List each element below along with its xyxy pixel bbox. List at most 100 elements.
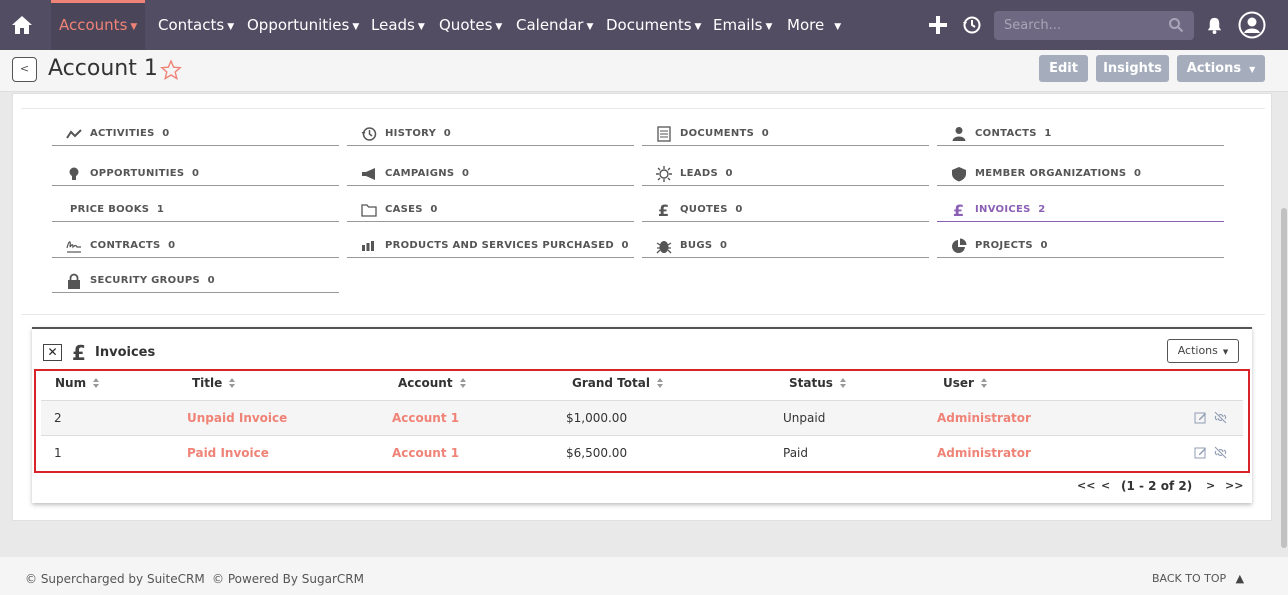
nav-emails[interactable]: Emails ▼ xyxy=(713,0,772,50)
nav-quotes[interactable]: Quotes ▼ xyxy=(439,0,502,50)
subpanel-tab-invoices[interactable]: £ INVOICES 2 xyxy=(937,198,1224,222)
sort-icon[interactable] xyxy=(980,377,988,389)
sun-icon xyxy=(656,166,672,182)
subpanel-container: ACTIVITIES 0 HISTORY 0 DOCUMENTS 0 CONTA… xyxy=(12,93,1272,521)
lightbulb-icon xyxy=(69,167,79,180)
cell-num: 2 xyxy=(54,411,62,425)
supercharged-link[interactable]: © Supercharged by SuiteCRM xyxy=(25,572,205,586)
sort-icon[interactable] xyxy=(839,377,847,389)
nav-more[interactable]: More ▼ xyxy=(787,0,841,50)
user-link[interactable]: Administrator xyxy=(937,411,1031,425)
subpanel-tab-documents[interactable]: DOCUMENTS 0 xyxy=(642,122,929,146)
subpanel-tab-campaigns[interactable]: CAMPAIGNS 0 xyxy=(347,162,634,186)
footer: © Supercharged by SuiteCRM © Powered By … xyxy=(0,557,1288,595)
cell-status: Unpaid xyxy=(783,411,826,425)
unlink-icon[interactable] xyxy=(1214,411,1227,424)
svg-text:£: £ xyxy=(953,202,964,218)
sort-icon[interactable] xyxy=(459,377,467,389)
edit-icon[interactable] xyxy=(1194,411,1207,424)
subpanel-tab-security-groups[interactable]: SECURITY GROUPS 0 xyxy=(52,269,339,293)
pager-last-button[interactable]: >> xyxy=(1225,479,1243,492)
cell-num: 1 xyxy=(54,446,62,460)
pager-first-button[interactable]: << xyxy=(1077,479,1095,492)
global-search[interactable] xyxy=(994,11,1194,40)
page-scrollbar[interactable] xyxy=(1281,208,1287,548)
subpanel-tab-activities[interactable]: ACTIVITIES 0 xyxy=(52,122,339,146)
nav-contacts[interactable]: Contacts ▼ xyxy=(158,0,234,50)
subpanel-tab-leads[interactable]: LEADS 0 xyxy=(642,162,929,186)
person-icon xyxy=(952,127,966,141)
invoice-title-link[interactable]: Paid Invoice xyxy=(187,446,269,460)
recent-history-icon[interactable] xyxy=(962,15,982,35)
nav-opportunities[interactable]: Opportunities ▼ xyxy=(247,0,359,50)
nav-accounts[interactable]: Accounts ▼ xyxy=(51,0,146,50)
table-row: 2 Unpaid Invoice Account 1 $1,000.00 Unp… xyxy=(41,400,1243,435)
insights-button[interactable]: Insights xyxy=(1096,55,1169,82)
subpanel-title: Invoices xyxy=(95,345,156,360)
column-header-user[interactable]: User xyxy=(943,376,988,390)
megaphone-icon xyxy=(362,168,375,180)
search-icon[interactable] xyxy=(1168,17,1184,33)
sort-icon[interactable] xyxy=(656,377,664,389)
top-navbar: Accounts ▼ Contacts ▼ Opportunities ▼ Leads… xyxy=(0,0,1288,50)
account-link[interactable]: Account 1 xyxy=(392,411,459,425)
nav-leads[interactable]: Leads ▼ xyxy=(371,0,425,50)
notifications-bell-icon[interactable] xyxy=(1205,16,1224,35)
sort-icon[interactable] xyxy=(228,377,236,389)
column-header-status[interactable]: Status xyxy=(789,376,847,390)
subpanel-tab-cases[interactable]: CASES 0 xyxy=(347,198,634,222)
bar-chart-icon xyxy=(362,241,374,251)
activity-icon xyxy=(66,129,82,139)
signature-icon xyxy=(66,241,81,253)
subpanel-tab-bugs[interactable]: BUGS 0 xyxy=(642,234,929,258)
cell-grand-total: $1,000.00 xyxy=(566,411,628,425)
column-header-grand-total[interactable]: Grand Total xyxy=(572,376,664,390)
subpanel-tab-history[interactable]: HISTORY 0 xyxy=(347,122,634,146)
invoice-title-link[interactable]: Unpaid Invoice xyxy=(187,411,287,425)
record-header: < Account 1 Edit Insights Actions ▼ xyxy=(0,50,1288,92)
subpanel-tab-member-organizations[interactable]: MEMBER ORGANIZATIONS 0 xyxy=(937,162,1224,186)
nav-calendar[interactable]: Calendar ▼ xyxy=(516,0,593,50)
pound-icon: £ xyxy=(658,202,669,218)
edit-icon[interactable] xyxy=(1194,446,1207,459)
subpanel-tab-quotes[interactable]: £ QUOTES 0 xyxy=(642,198,929,222)
pager-next-button[interactable]: > xyxy=(1206,479,1215,492)
lock-icon xyxy=(68,273,80,289)
unlink-icon[interactable] xyxy=(1214,446,1227,459)
subpanel-tab-opportunities[interactable]: OPPORTUNITIES 0 xyxy=(52,162,339,186)
powered-link[interactable]: © Powered By SugarCRM xyxy=(212,572,364,586)
subpanel-actions-button[interactable]: Actions ▼ xyxy=(1167,339,1239,363)
edit-button[interactable]: Edit xyxy=(1039,55,1088,82)
user-link[interactable]: Administrator xyxy=(937,446,1031,460)
column-header-num[interactable]: Num xyxy=(55,376,100,390)
pager-prev-button[interactable]: < xyxy=(1101,479,1110,492)
back-to-top-link[interactable]: BACK TO TOP ▲ xyxy=(1152,572,1244,585)
invoices-table: Num Title Account Grand Total Status Use… xyxy=(34,369,1250,473)
divider xyxy=(21,108,1265,109)
divider xyxy=(21,314,1265,315)
back-button[interactable]: < xyxy=(12,57,37,82)
column-header-account[interactable]: Account xyxy=(398,376,467,390)
actions-dropdown-button[interactable]: Actions ▼ xyxy=(1177,55,1265,82)
pound-icon: £ xyxy=(72,341,86,365)
shield-icon xyxy=(952,167,966,182)
close-subpanel-button[interactable]: ✕ xyxy=(43,344,62,361)
account-link[interactable]: Account 1 xyxy=(392,446,459,460)
subpanel-tab-price-books[interactable]: PRICE BOOKS 1 xyxy=(52,198,339,222)
cell-grand-total: $6,500.00 xyxy=(566,446,628,460)
subpanel-tab-contracts[interactable]: CONTRACTS 0 xyxy=(52,234,339,258)
sort-icon[interactable] xyxy=(92,377,100,389)
subpanel-tab-products-services[interactable]: PRODUCTS AND SERVICES PURCHASED 0 xyxy=(347,234,634,258)
create-plus-icon[interactable] xyxy=(928,14,948,36)
column-header-title[interactable]: Title xyxy=(192,376,236,390)
subpanel-tab-projects[interactable]: PROJECTS 0 xyxy=(937,234,1224,258)
document-icon xyxy=(657,126,671,142)
user-avatar-icon[interactable] xyxy=(1238,11,1266,39)
history-icon xyxy=(361,127,377,141)
home-icon[interactable] xyxy=(10,13,34,37)
favorite-star-icon[interactable] xyxy=(160,59,182,81)
pound-icon: £ xyxy=(953,202,964,218)
search-input[interactable] xyxy=(994,11,1194,40)
nav-documents[interactable]: Documents ▼ xyxy=(606,0,701,50)
subpanel-tab-contacts[interactable]: CONTACTS 1 xyxy=(937,122,1224,146)
